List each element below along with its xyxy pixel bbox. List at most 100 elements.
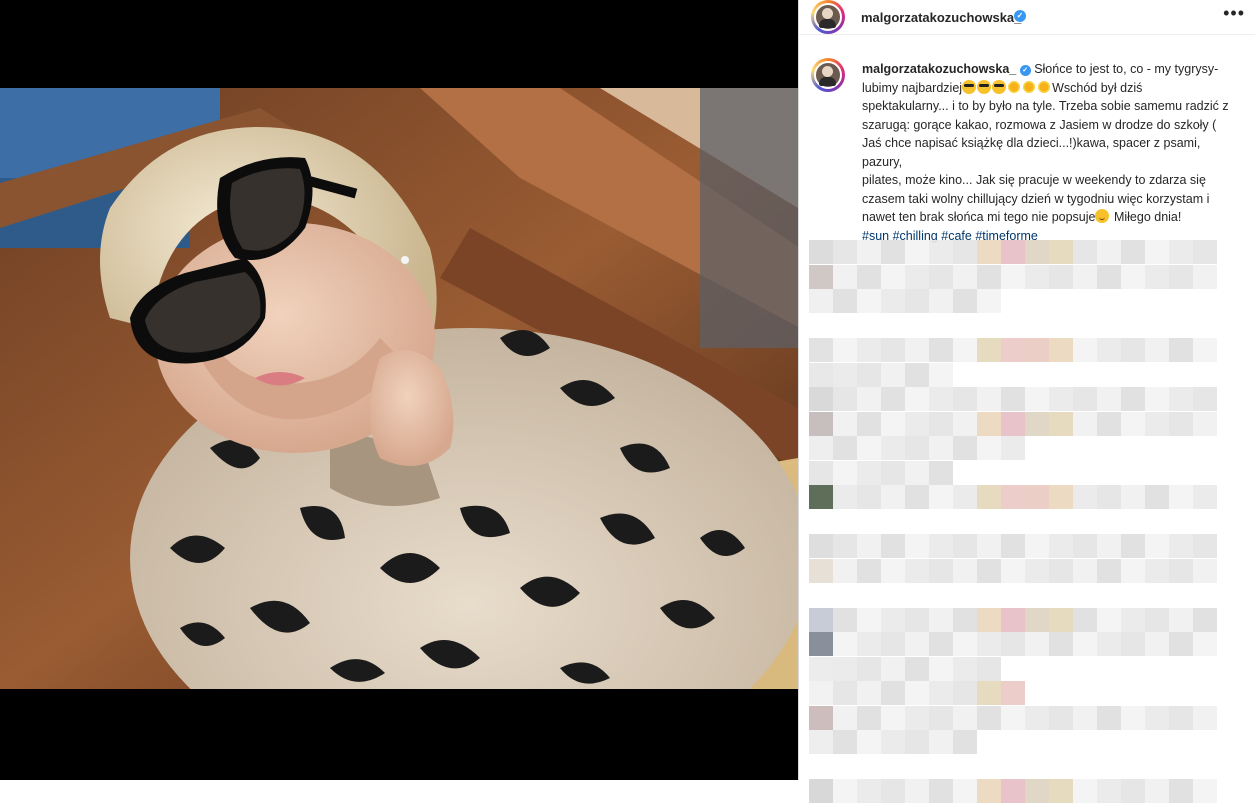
pixel-block: [833, 632, 857, 656]
pixel-block: [1097, 705, 1121, 730]
pixel-block: [881, 681, 905, 705]
pixel-block: [1049, 705, 1073, 730]
pixel-block: [1025, 558, 1049, 583]
author-avatar[interactable]: [811, 0, 845, 34]
pixel-block: [1097, 264, 1121, 289]
caption-username[interactable]: malgorzatakozuchowska_: [862, 62, 1016, 76]
header-username[interactable]: malgorzatakozuchowska_: [861, 10, 1021, 25]
pixel-block: [1049, 338, 1073, 362]
pixel-block: [1025, 779, 1049, 803]
pixel-block: [1025, 534, 1049, 558]
pixel-block: [857, 387, 881, 411]
pixel-block: [833, 730, 857, 754]
pixel-block: [1049, 607, 1073, 632]
pixel-block: [809, 534, 833, 558]
pixel-block: [857, 289, 881, 313]
pixel-block: [833, 485, 857, 509]
pixel-block: [929, 338, 953, 362]
pixel-block: [1193, 779, 1217, 803]
pixel-block: [881, 607, 905, 632]
pixel-block: [1193, 632, 1217, 656]
pixel-block: [881, 534, 905, 558]
caption-text-line6: pilates, może kino... Jak się pracuje w …: [862, 173, 1206, 187]
smiling-face-with-sunglasses-icon: [962, 79, 977, 94]
pixel-block: [977, 411, 1001, 436]
smiling-face-with-sunglasses-icon: [977, 79, 992, 94]
pixel-block: [1001, 779, 1025, 803]
pixel-block: [953, 436, 977, 460]
pixel-block: [977, 656, 1001, 681]
pixel-block: [953, 411, 977, 436]
pixel-block: [809, 387, 833, 411]
pixel-block: [857, 240, 881, 264]
pixel-block: [833, 387, 857, 411]
pixel-block: [1001, 534, 1025, 558]
pixel-block: [905, 607, 929, 632]
caption-text-line5: Jaś chce napisać książkę dla dzieci...!)…: [862, 136, 1201, 169]
pixel-block: [809, 460, 833, 485]
pixel-block: [929, 656, 953, 681]
pixel-block: [929, 362, 953, 387]
pixel-block: [857, 338, 881, 362]
pixel-block: [1049, 485, 1073, 509]
more-options-icon[interactable]: •••: [1223, 3, 1245, 24]
pixel-block: [977, 264, 1001, 289]
pixel-block: [905, 485, 929, 509]
post-header: malgorzatakozuchowska_ ✓ •••: [799, 0, 1255, 35]
pixel-block: [1049, 558, 1073, 583]
pixel-block: [1193, 705, 1217, 730]
pixel-block: [1073, 411, 1097, 436]
pixel-block: [905, 632, 929, 656]
pixel-block: [1097, 485, 1121, 509]
pixel-block: [1073, 779, 1097, 803]
pixel-block: [905, 730, 929, 754]
pixel-block: [1193, 558, 1217, 583]
post-media: [0, 0, 798, 780]
pixel-block: [881, 632, 905, 656]
pixel-block: [1145, 779, 1169, 803]
pixel-block: [833, 681, 857, 705]
pixel-block: [857, 436, 881, 460]
pixel-block: [833, 362, 857, 387]
pixel-block: [1145, 534, 1169, 558]
pixel-block: [1049, 779, 1073, 803]
pixel-block: [1073, 705, 1097, 730]
pixel-block: [809, 705, 833, 730]
pixel-block: [953, 730, 977, 754]
pixel-block: [881, 289, 905, 313]
pixel-block: [929, 632, 953, 656]
pixel-block: [1169, 387, 1193, 411]
pixel-block: [1145, 387, 1169, 411]
pixel-block: [1025, 632, 1049, 656]
pixel-block: [953, 485, 977, 509]
post-photo[interactable]: [0, 88, 798, 689]
pixel-block: [1121, 534, 1145, 558]
pixel-block: [1049, 411, 1073, 436]
pixel-block: [881, 558, 905, 583]
pixel-block: [1121, 705, 1145, 730]
pixel-block: [1097, 338, 1121, 362]
smiling-face-with-sunglasses-icon: [992, 79, 1007, 94]
caption-author-avatar[interactable]: [811, 58, 845, 92]
pixel-block: [1001, 485, 1025, 509]
pixel-block: [929, 705, 953, 730]
pixel-block: [929, 240, 953, 264]
pixel-block: [1049, 387, 1073, 411]
pixel-block: [905, 460, 929, 485]
pixel-block: [1025, 387, 1049, 411]
pixel-block: [905, 681, 929, 705]
pixel-block: [953, 264, 977, 289]
pixel-block: [905, 411, 929, 436]
pixel-block: [857, 705, 881, 730]
pixel-block: [809, 485, 833, 509]
pixel-block: [929, 730, 953, 754]
pixel-block: [1193, 387, 1217, 411]
pixel-block: [881, 240, 905, 264]
pixel-block: [1169, 632, 1193, 656]
pixel-block: [857, 485, 881, 509]
pixel-block: [833, 534, 857, 558]
pixel-block: [1145, 240, 1169, 264]
pixel-block: [1025, 240, 1049, 264]
pixel-block: [1169, 779, 1193, 803]
pixel-block: [833, 289, 857, 313]
